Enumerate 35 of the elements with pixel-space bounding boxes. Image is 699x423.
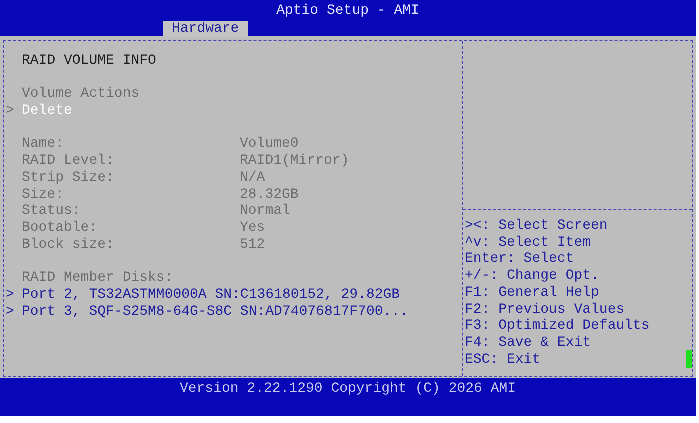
- field-value: RAID1(Mirror): [240, 153, 350, 170]
- key-hint: F4: Save & Exit: [465, 334, 592, 352]
- scroll-indicator: [686, 350, 692, 368]
- field-value: 512: [240, 236, 266, 254]
- window-title: Aptio Setup - AMI: [276, 2, 420, 20]
- submenu-marker: >: [5, 304, 16, 320]
- group-label: Volume Actions: [22, 86, 140, 104]
- field-label: Size:: [22, 186, 64, 203]
- field-value: Volume0: [240, 136, 299, 154]
- field-value: Normal: [240, 203, 290, 220]
- group-label: RAID Member Disks:: [22, 270, 174, 287]
- key-hint: F1: General Help: [465, 284, 600, 302]
- field-label: RAID Level:: [22, 153, 114, 170]
- field-label: Status:: [22, 203, 81, 220]
- version-text: Version 2.22.1290 Copyright (C) 2026 AMI: [180, 381, 516, 398]
- key-hint: ><: Select Screen: [465, 218, 608, 235]
- field-value: 28.32GB: [240, 186, 299, 204]
- tab[interactable]: Hardware: [163, 20, 248, 37]
- section-heading: RAID VOLUME INFO: [22, 53, 156, 70]
- key-hint: ESC: Exit: [465, 352, 541, 368]
- disk-link[interactable]: Port 3, SQF-S25M8-64G-S8C SN:AD74076817F700...: [22, 304, 408, 320]
- field-label: Strip Size:: [22, 170, 114, 186]
- submenu-marker: >: [5, 286, 16, 304]
- disk-link[interactable]: Port 2, TS32ASTMM0000A SN:C136180152, 29.82GB: [22, 286, 400, 304]
- field-value: Yes: [240, 220, 266, 237]
- field-label: Name:: [22, 136, 64, 152]
- field-label: Bootable:: [22, 220, 98, 236]
- submenu-marker: >: [5, 103, 16, 120]
- key-hint: ^v: Select Item: [465, 234, 592, 252]
- key-hint: +/-: Change Opt.: [465, 268, 600, 285]
- key-hint: F2: Previous Values: [465, 302, 625, 318]
- field-label: Block size:: [22, 236, 114, 253]
- field-value: N/A: [240, 170, 266, 187]
- key-hint: Enter: Select: [465, 251, 574, 268]
- key-hint: F3: Optimized Defaults: [465, 318, 650, 335]
